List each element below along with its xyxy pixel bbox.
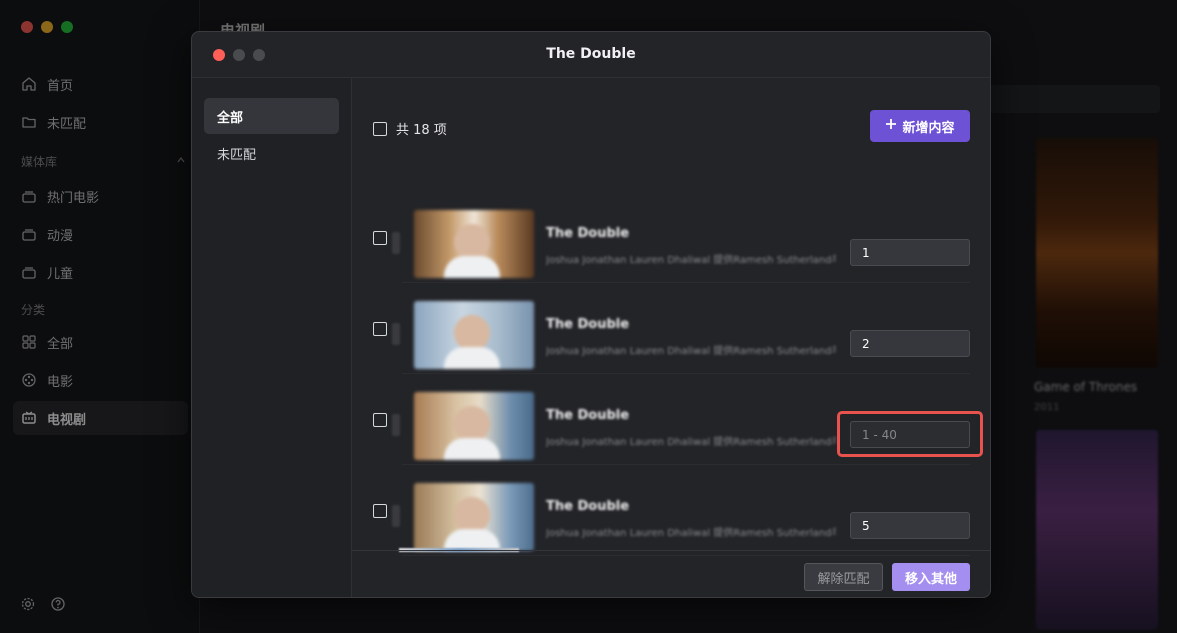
thumbnail-subject xyxy=(454,406,490,442)
app-window: 首页 未匹配 媒体库 热门电影 动漫 儿童 分类 全部 电影 电视剧 Game … xyxy=(0,0,1177,633)
episode-number-input[interactable]: 5 xyxy=(850,512,970,539)
episode-thumbnail xyxy=(414,483,534,551)
row-checkbox[interactable] xyxy=(373,231,387,245)
item-count-label: 共 18 项 xyxy=(396,123,447,138)
drag-handle-icon[interactable] xyxy=(392,323,400,345)
episode-row[interactable]: The Double Joshua Jonathan Lauren Dhaliw… xyxy=(352,374,990,465)
dialog-header: The Double xyxy=(192,32,990,78)
drag-handle-icon[interactable] xyxy=(392,232,400,254)
dialog-title: The Double xyxy=(546,46,636,62)
episode-row[interactable]: The Double Joshua Jonathan Lauren Dhaliw… xyxy=(352,283,990,374)
row-checkbox[interactable] xyxy=(373,504,387,518)
episode-row[interactable]: The Double Joshua Jonathan Lauren Dhaliw… xyxy=(352,192,990,283)
episode-description: Joshua Jonathan Lauren Dhaliwal 提供Ramesh… xyxy=(546,255,836,266)
episode-description: Joshua Jonathan Lauren Dhaliwal 提供Ramesh… xyxy=(546,437,836,448)
add-content-button[interactable]: 新增内容 xyxy=(870,110,970,142)
episode-title: The Double xyxy=(546,317,630,332)
thumbnail-subject-body xyxy=(444,438,500,460)
episode-description: Joshua Jonathan Lauren Dhaliwal 提供Ramesh… xyxy=(546,528,836,539)
dialog-nav-unmatched[interactable]: 未匹配 xyxy=(204,135,339,171)
thumbnail-subject-body xyxy=(444,256,500,278)
thumbnail-subject-body xyxy=(444,347,500,369)
move-to-other-button[interactable]: 移入其他 xyxy=(892,563,970,591)
thumbnail-subject xyxy=(454,315,490,351)
drag-handle-icon[interactable] xyxy=(392,414,400,436)
unmatch-button[interactable]: 解除匹配 xyxy=(804,563,883,591)
dialog-footer: 解除匹配 移入其他 xyxy=(352,550,990,597)
episode-number-input[interactable]: 1 xyxy=(850,239,970,266)
thumbnail-subject xyxy=(454,224,490,260)
dialog-nav-all[interactable]: 全部 xyxy=(204,98,339,134)
episode-title: The Double xyxy=(546,408,630,423)
plus-icon xyxy=(885,118,897,134)
select-all-checkbox[interactable] xyxy=(373,121,387,136)
episode-title: The Double xyxy=(546,226,630,241)
episode-number-input[interactable]: 2 xyxy=(850,330,970,357)
thumbnail-subject xyxy=(454,497,490,533)
add-content-label: 新增内容 xyxy=(902,120,955,136)
drag-handle-icon[interactable] xyxy=(392,505,400,527)
row-checkbox[interactable] xyxy=(373,413,387,427)
episode-thumbnail xyxy=(414,392,534,460)
row-checkbox[interactable] xyxy=(373,322,387,336)
episode-match-dialog: The Double 全部 未匹配 共 18 项 新增内容 The Double… xyxy=(191,31,991,598)
episode-row[interactable]: The Double Joshua Jonathan Lauren Dhaliw… xyxy=(352,465,990,556)
dialog-left-nav: 全部 未匹配 xyxy=(192,78,352,597)
episode-thumbnail xyxy=(414,210,534,278)
episode-thumbnail xyxy=(414,301,534,369)
episode-number-input[interactable]: 1 - 40 xyxy=(850,421,970,448)
episode-description: Joshua Jonathan Lauren Dhaliwal 提供Ramesh… xyxy=(546,346,836,357)
episode-title: The Double xyxy=(546,499,630,514)
select-all[interactable]: 共 18 项 xyxy=(373,119,447,138)
dialog-content: 共 18 项 新增内容 The Double Joshua Jonathan L… xyxy=(352,78,990,597)
